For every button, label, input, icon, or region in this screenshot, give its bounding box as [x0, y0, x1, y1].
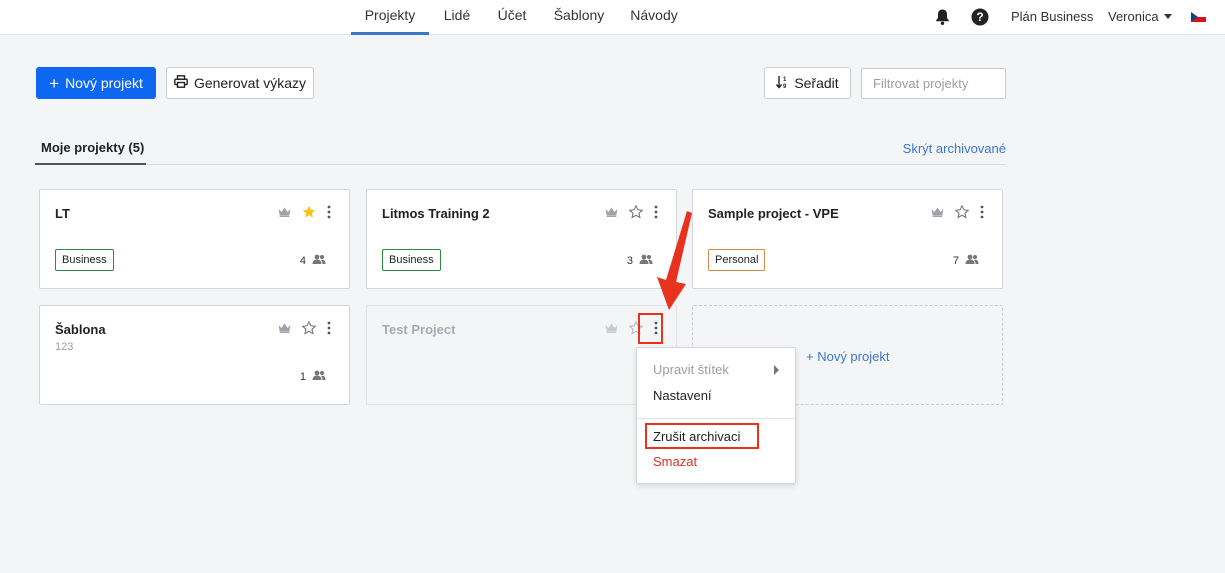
star-icon[interactable]	[302, 321, 316, 335]
project-card[interactable]: Sample project - VPE Personal 7	[692, 189, 1003, 289]
submenu-arrow-icon	[774, 365, 779, 375]
more-options-icon[interactable]	[327, 321, 331, 335]
nav-tab-projekty[interactable]: Projekty	[351, 0, 429, 35]
czech-flag-icon[interactable]	[1191, 0, 1206, 33]
add-project-label: + Nový projekt	[806, 349, 890, 364]
menu-item-delete[interactable]: Smazat	[653, 454, 697, 469]
annotation-arrow-icon	[657, 211, 692, 310]
project-card[interactable]: LT Business 4	[39, 189, 350, 289]
project-members: 7	[953, 254, 979, 267]
project-context-menu: Upravit štítek Nastavení Zrušit archivac…	[636, 347, 796, 484]
project-title: Test Project	[382, 322, 456, 337]
printer-icon	[174, 75, 188, 91]
nav-tab-lide[interactable]: Lidé	[439, 0, 475, 35]
filter-projects-input[interactable]	[861, 68, 1006, 99]
project-members: 4	[300, 254, 326, 267]
project-badge[interactable]: Business	[55, 249, 114, 271]
crown-icon	[931, 207, 944, 217]
member-count: 1	[299, 370, 306, 383]
member-count: 3	[626, 254, 633, 267]
svg-text:?: ?	[976, 10, 983, 24]
crown-icon	[605, 207, 618, 217]
menu-item-edit-label[interactable]: Upravit štítek	[653, 362, 729, 377]
top-navigation-bar: Projekty Lidé Účet Šablony Návody ? Plán…	[0, 0, 1225, 35]
people-icon	[965, 254, 979, 267]
member-count: 4	[299, 254, 306, 267]
sort-label: Seřadit	[794, 75, 839, 91]
member-count: 7	[952, 254, 959, 267]
people-icon	[312, 370, 326, 383]
crown-icon	[278, 323, 291, 333]
sort-icon: 1 9	[776, 75, 788, 92]
help-icon[interactable]: ?	[971, 0, 989, 33]
more-options-icon[interactable]	[327, 205, 331, 219]
project-card[interactable]: Litmos Training 2 Business 3	[366, 189, 677, 289]
new-project-button[interactable]: + Nový projekt	[36, 67, 156, 99]
highlight-more-options	[638, 313, 663, 344]
project-subtitle: 123	[55, 341, 74, 353]
generate-reports-button[interactable]: Generovat výkazy	[166, 67, 314, 99]
nav-tab-navody[interactable]: Návody	[625, 0, 683, 35]
project-title: Litmos Training 2	[382, 206, 490, 221]
project-title: Šablona	[55, 322, 106, 337]
plus-icon: +	[49, 73, 60, 93]
tab-my-projects[interactable]: Moje projekty (5)	[35, 140, 146, 165]
user-name: Veronica	[1108, 9, 1159, 24]
star-icon[interactable]	[955, 205, 969, 219]
bell-icon[interactable]	[934, 0, 951, 33]
project-title: Sample project - VPE	[708, 206, 839, 221]
nav-tab-ucet[interactable]: Účet	[491, 0, 533, 35]
project-card[interactable]: Šablona 123 1	[39, 305, 350, 405]
section-divider	[35, 164, 1006, 165]
nav-tab-sablony[interactable]: Šablony	[549, 0, 609, 35]
hide-archived-link[interactable]: Skrýt archivované	[903, 141, 1006, 156]
menu-divider	[637, 418, 795, 419]
crown-icon	[278, 207, 291, 217]
project-badge[interactable]: Personal	[708, 249, 766, 271]
generate-reports-label: Generovat výkazy	[193, 75, 307, 91]
new-project-label: Nový projekt	[65, 75, 143, 91]
svg-text:1: 1	[783, 77, 787, 83]
project-badge[interactable]: Business	[382, 249, 441, 271]
crown-icon	[605, 323, 618, 333]
plan-label-text: Plán Business	[1011, 9, 1094, 24]
highlight-unarchive	[645, 423, 759, 449]
star-icon[interactable]	[302, 205, 316, 219]
project-title: LT	[55, 206, 70, 221]
sort-button[interactable]: 1 9 Seřadit	[764, 67, 851, 99]
menu-item-settings[interactable]: Nastavení	[653, 388, 712, 403]
svg-text:9: 9	[783, 84, 787, 89]
user-menu[interactable]: Veronica	[1108, 0, 1172, 33]
project-members: 1	[300, 370, 326, 383]
caret-down-icon	[1163, 14, 1172, 19]
more-options-icon[interactable]	[980, 205, 984, 219]
project-card-archived[interactable]: Test Project 6	[366, 305, 677, 405]
plan-label[interactable]: Plán Business	[1011, 0, 1093, 33]
people-icon	[312, 254, 326, 267]
